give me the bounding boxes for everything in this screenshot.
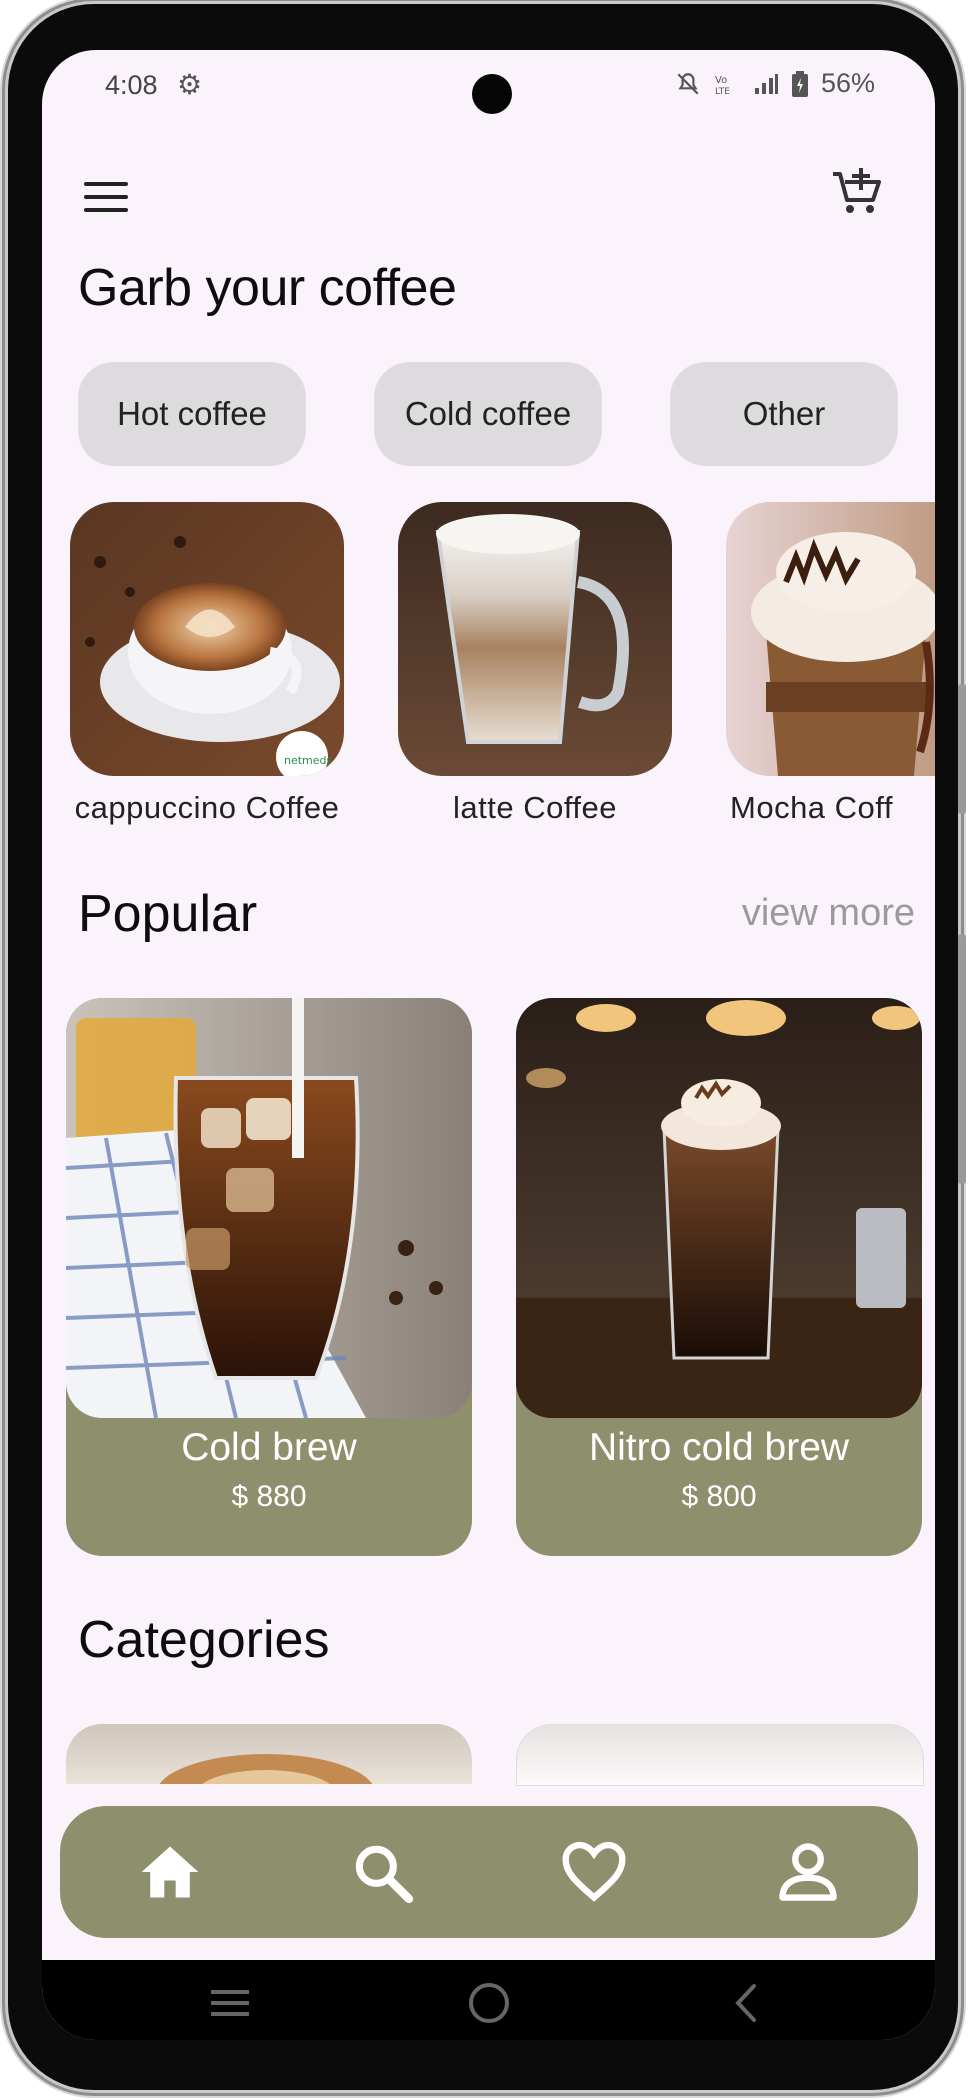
front-camera — [472, 74, 512, 114]
volte-icon: Vo LTE — [715, 75, 730, 97]
popular-card-cold-brew[interactable]: Cold brew $ 880 — [66, 998, 472, 1556]
product-price: $ 880 — [231, 1480, 307, 1513]
status-bar: 4:08 ⚙ Vo LTE 56% — [42, 50, 935, 130]
search-icon[interactable] — [348, 1838, 416, 1906]
status-icons: Vo LTE 56% — [675, 68, 875, 99]
nitro-cold-brew-image — [516, 998, 922, 1418]
battery-icon — [791, 70, 808, 97]
categories-heading: Categories — [78, 1611, 330, 1669]
product-price: $ 800 — [681, 1480, 757, 1513]
home-system-icon[interactable] — [466, 1980, 512, 2026]
home-icon[interactable] — [136, 1838, 204, 1906]
chip-hot-coffee[interactable]: Hot coffee — [78, 362, 306, 466]
coffee-type-carousel: netmeds cappuccino Coffee latte Coffee M… — [42, 502, 935, 832]
heart-icon[interactable] — [560, 1838, 628, 1906]
recent-apps-icon[interactable] — [207, 1980, 253, 2026]
coffee-item-label: cappuccino Coffee — [74, 790, 340, 825]
coffee-item-mocha[interactable]: Mocha Coff — [726, 502, 935, 826]
view-more-link[interactable]: view more — [742, 892, 915, 935]
mocha-image — [726, 502, 935, 776]
battery-percent: 56% — [820, 68, 875, 98]
power-button — [958, 934, 966, 1184]
phone-frame: 4:08 ⚙ Vo LTE 56% Garb your coffee Hot c… — [8, 4, 966, 2090]
add-to-cart-icon[interactable] — [829, 164, 885, 220]
chip-other[interactable]: Other — [670, 362, 898, 466]
coffee-item-cappuccino[interactable]: netmeds cappuccino Coffee — [70, 502, 344, 826]
popular-card-nitro-cold-brew[interactable]: Nitro cold brew $ 800 — [516, 998, 922, 1556]
status-time: 4:08 — [105, 70, 158, 100]
app-screen: 4:08 ⚙ Vo LTE 56% Garb your coffee Hot c… — [42, 50, 935, 2040]
cappuccino-image: netmeds — [70, 502, 344, 776]
chip-cold-coffee[interactable]: Cold coffee — [374, 362, 602, 466]
system-navigation-bar — [42, 1960, 935, 2040]
category-chips: Hot coffee Cold coffee Other — [78, 362, 898, 466]
svg-text:Vo: Vo — [715, 75, 727, 86]
person-icon[interactable] — [774, 1838, 842, 1906]
menu-icon[interactable] — [84, 182, 128, 214]
coffee-item-label: Mocha Coff — [730, 790, 893, 825]
category-card[interactable] — [66, 1724, 472, 1784]
page-title: Garb your coffee — [78, 259, 457, 317]
product-name: Cold brew — [181, 1426, 357, 1469]
cold-brew-image — [66, 998, 472, 1418]
coffee-item-latte[interactable]: latte Coffee — [398, 502, 672, 826]
volume-button — [958, 684, 966, 814]
category-card[interactable] — [516, 1724, 924, 1786]
app-bar — [42, 160, 935, 240]
signal-icon — [754, 73, 778, 94]
svg-text:LTE: LTE — [715, 87, 730, 97]
settings-icon: ⚙ — [177, 69, 203, 100]
mute-icon — [677, 72, 699, 95]
latte-image — [398, 502, 672, 776]
coffee-item-label: latte Coffee — [453, 790, 617, 825]
back-icon[interactable] — [724, 1980, 770, 2026]
product-name: Nitro cold brew — [588, 1426, 850, 1469]
bottom-navigation — [60, 1806, 918, 1938]
popular-heading: Popular — [78, 885, 258, 943]
svg-text:netmeds: netmeds — [284, 754, 333, 767]
